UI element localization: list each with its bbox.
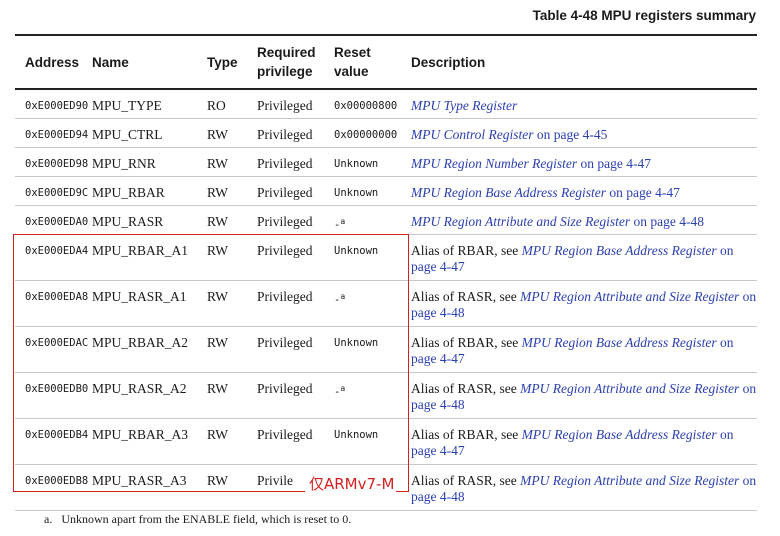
- page-reference-link[interactable]: on page 4-45: [534, 127, 607, 142]
- register-privilege: Privileged: [257, 206, 334, 230]
- register-privilege-text: Privileged: [257, 156, 313, 171]
- register-name-text: MPU_RBAR: [92, 185, 165, 200]
- table-row: 0xE000ED90 MPU_TYPE RO Privileged 0x00000800…: [15, 89, 757, 119]
- register-address: 0xE000ED94: [25, 119, 92, 143]
- register-type-text: RO: [207, 98, 226, 113]
- register-doc-link[interactable]: MPU Region Base Address Register: [522, 427, 717, 442]
- register-address-text: 0xE000ED9C: [25, 187, 89, 199]
- register-privilege: Privileged: [257, 148, 334, 172]
- register-name: MPU_RNR: [92, 148, 207, 172]
- register-description: MPU Region Base Address Register on page…: [411, 177, 757, 201]
- register-name: MPU_RASR: [92, 206, 207, 230]
- page-reference-link[interactable]: on page 4-48: [630, 214, 703, 229]
- register-type: RW: [207, 148, 257, 172]
- register-name-text: MPU_RNR: [92, 156, 156, 171]
- register-privilege-text: Privileged: [257, 214, 313, 229]
- register-reset-value: Unknown: [334, 177, 411, 201]
- register-doc-link[interactable]: MPU Region Attribute and Size Register: [520, 289, 739, 304]
- table-caption: Table 4-48 MPU registers summary: [532, 8, 756, 23]
- header-name: Name: [92, 34, 207, 90]
- register-type: RW: [207, 177, 257, 201]
- table-row: 0xE000ED98 MPU_RNR RW Privileged Unknown MPU …: [15, 147, 757, 177]
- register-address: 0xE000EDA0: [25, 206, 92, 230]
- register-privilege: Privileged: [257, 90, 334, 114]
- register-description: Alias of RBAR, see MPU Region Base Addre…: [411, 327, 757, 367]
- register-address-text: 0xE000ED98: [25, 158, 89, 170]
- page-reference-link[interactable]: on page 4-47: [606, 185, 679, 200]
- register-privilege-text: Privileged: [257, 127, 313, 142]
- register-privilege: Privileged: [257, 119, 334, 143]
- register-name-text: MPU_RASR: [92, 214, 164, 229]
- table-footnote: a. Unknown apart from the ENABLE field, …: [44, 512, 352, 526]
- header-description: Description: [411, 34, 757, 90]
- register-reset-value-text: 0x00000000: [334, 129, 398, 141]
- register-doc-link[interactable]: MPU Region Base Address Register: [522, 335, 717, 350]
- register-type: RO: [207, 90, 257, 114]
- register-address-text: 0xE000EDA0: [25, 216, 89, 228]
- register-address: 0xE000ED98: [25, 148, 92, 172]
- register-doc-link[interactable]: MPU Control Register: [411, 127, 534, 142]
- register-reset-value: -a: [334, 206, 411, 233]
- register-reset-value-text: Unknown: [334, 187, 379, 199]
- table-row: 0xE000ED9C MPU_RBAR RW Privileged Unknown MPU…: [15, 176, 757, 206]
- armv7m-highlight-box: [13, 234, 409, 492]
- page-reference-link[interactable]: on page 4-47: [577, 156, 650, 171]
- register-address: 0xE000ED90: [25, 90, 92, 114]
- register-description: MPU Region Attribute and Size Register o…: [411, 206, 757, 230]
- register-description: Alias of RBAR, see MPU Region Base Addre…: [411, 419, 757, 459]
- register-privilege-text: Privileged: [257, 98, 313, 113]
- register-doc-link[interactable]: MPU Region Base Address Register: [411, 185, 606, 200]
- register-type-text: RW: [207, 127, 229, 142]
- header-privilege: Required privilege: [257, 34, 334, 90]
- register-type: RW: [207, 206, 257, 230]
- register-description: Alias of RASR, see MPU Region Attribute …: [411, 373, 757, 413]
- description-prefix: Alias of RBAR, see: [411, 335, 522, 350]
- register-address: 0xE000ED9C: [25, 177, 92, 201]
- description-prefix: Alias of RASR, see: [411, 473, 521, 488]
- register-doc-link[interactable]: MPU Region Attribute and Size Register: [411, 214, 630, 229]
- register-doc-link[interactable]: MPU Region Base Address Register: [522, 243, 717, 258]
- register-type-text: RW: [207, 214, 229, 229]
- description-prefix: Alias of RBAR, see: [411, 243, 522, 258]
- description-prefix: Alias of RASR, see: [411, 381, 521, 396]
- register-description: Alias of RASR, see MPU Region Attribute …: [411, 281, 757, 321]
- register-type-text: RW: [207, 156, 229, 171]
- header-reset: Reset value: [334, 34, 411, 90]
- description-prefix: Alias of RASR, see: [411, 289, 521, 304]
- register-doc-link[interactable]: MPU Region Attribute and Size Register: [520, 381, 739, 396]
- register-type-text: RW: [207, 185, 229, 200]
- register-name: MPU_CTRL: [92, 119, 207, 143]
- register-reset-value-text: Unknown: [334, 158, 379, 170]
- register-reset-value-text: 0x00000800: [334, 100, 398, 112]
- register-privilege-text: Privileged: [257, 185, 313, 200]
- register-name-text: MPU_CTRL: [92, 127, 163, 142]
- register-type: RW: [207, 119, 257, 143]
- register-doc-link[interactable]: MPU Region Attribute and Size Register: [520, 473, 739, 488]
- register-privilege: Privileged: [257, 177, 334, 201]
- table-row: 0xE000ED94 MPU_CTRL RW Privileged 0x00000000…: [15, 118, 757, 148]
- register-reset-value: 0x00000000: [334, 119, 411, 143]
- register-name: MPU_TYPE: [92, 90, 207, 114]
- table-header-row: Address Name Type Required privilege Res…: [15, 34, 757, 90]
- register-reset-value: 0x00000800: [334, 90, 411, 114]
- description-prefix: Alias of RBAR, see: [411, 427, 522, 442]
- register-name-text: MPU_TYPE: [92, 98, 162, 113]
- register-name: MPU_RBAR: [92, 177, 207, 201]
- register-description: MPU Region Number Register on page 4-47: [411, 148, 757, 172]
- register-description: Alias of RBAR, see MPU Region Base Addre…: [411, 235, 757, 275]
- armv7m-annotation: 仅ARMv7-M: [305, 474, 397, 494]
- register-doc-link[interactable]: MPU Type Register: [411, 98, 517, 113]
- register-description: MPU Type Register: [411, 90, 757, 114]
- register-description: MPU Control Register on page 4-45: [411, 119, 757, 143]
- register-reset-value: Unknown: [334, 148, 411, 172]
- footnote-ref[interactable]: a: [340, 217, 345, 226]
- header-address: Address: [15, 34, 92, 90]
- header-type: Type: [207, 34, 257, 90]
- register-address-text: 0xE000ED94: [25, 129, 89, 141]
- table-row: 0xE000EDA0 MPU_RASR RW Privileged -a MPU Regi…: [15, 205, 757, 235]
- register-address-text: 0xE000ED90: [25, 100, 89, 112]
- register-doc-link[interactable]: MPU Region Number Register: [411, 156, 577, 171]
- register-description: Alias of RASR, see MPU Region Attribute …: [411, 465, 757, 505]
